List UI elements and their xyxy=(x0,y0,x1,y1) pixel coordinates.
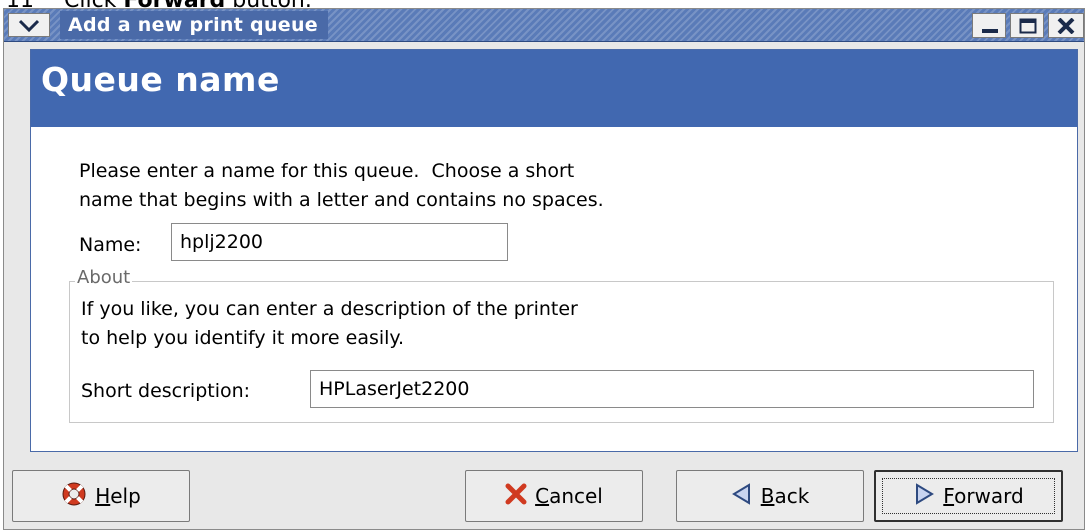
about-legend: About xyxy=(75,267,133,288)
title-bar[interactable]: Add a new print queue xyxy=(4,9,1084,42)
focus-ring xyxy=(882,478,1055,514)
window-title: Add a new print queue xyxy=(60,11,328,39)
help-mnemonic: H xyxy=(95,484,111,508)
queue-name-page: Queue name Please enter a name for this … xyxy=(30,49,1078,452)
short-description-input[interactable] xyxy=(310,370,1034,408)
maximize-button[interactable] xyxy=(1010,13,1044,38)
help-label: elp xyxy=(110,484,141,508)
cancel-label: ancel xyxy=(549,484,603,508)
back-button[interactable]: Back xyxy=(676,470,864,522)
lifebuoy-icon xyxy=(61,481,87,512)
help-button[interactable]: Help xyxy=(12,470,190,522)
about-line-2: to help you identify it more easily. xyxy=(81,327,404,349)
cancel-mnemonic: C xyxy=(535,484,550,508)
back-mnemonic: B xyxy=(760,484,775,508)
name-label: Name: xyxy=(79,234,142,256)
forward-button[interactable]: Forward xyxy=(874,470,1063,522)
page-header: Queue name xyxy=(31,50,1077,127)
short-description-label: Short description: xyxy=(81,380,251,402)
close-button[interactable] xyxy=(1048,13,1084,38)
about-text: If you like, you can enter a description… xyxy=(81,295,578,353)
intro-text: Please enter a name for this queue. Choo… xyxy=(79,157,604,215)
window-menu-button[interactable] xyxy=(8,13,50,37)
print-queue-dialog: Add a new print queue Queue name Please … xyxy=(3,8,1085,530)
about-line-1: If you like, you can enter a description… xyxy=(81,298,578,320)
cancel-button[interactable]: Cancel xyxy=(465,470,643,522)
name-input[interactable] xyxy=(171,223,508,261)
intro-line-1: Please enter a name for this queue. Choo… xyxy=(79,160,575,182)
minimize-button[interactable] xyxy=(972,13,1006,38)
x-icon xyxy=(505,483,527,510)
left-arrow-icon xyxy=(731,482,753,510)
intro-line-2: name that begins with a letter and conta… xyxy=(79,189,604,211)
back-label: ack xyxy=(774,484,810,508)
page-title: Queue name xyxy=(41,60,280,99)
